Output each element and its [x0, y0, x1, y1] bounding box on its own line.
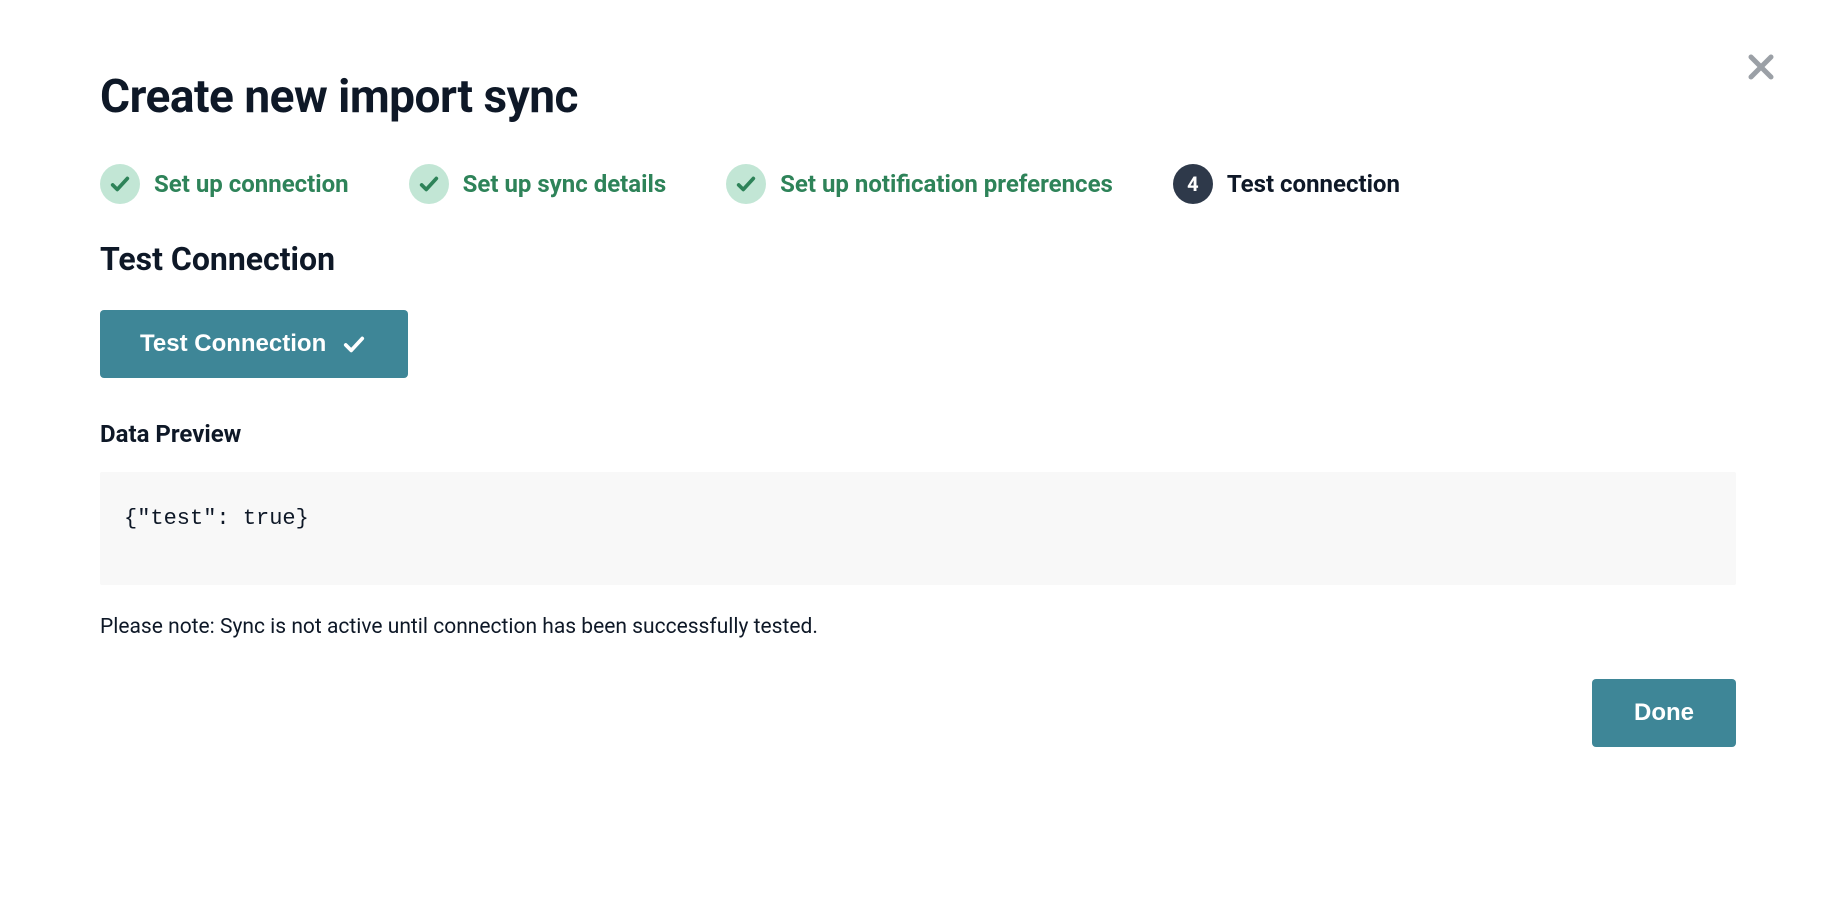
step-number-icon: 4: [1173, 164, 1213, 204]
check-icon: [100, 164, 140, 204]
step-label: Set up connection: [154, 170, 349, 198]
page-title: Create new import sync: [100, 70, 1736, 124]
step-connection[interactable]: Set up connection: [100, 164, 349, 204]
step-label: Set up sync details: [463, 170, 667, 198]
close-icon: [1746, 52, 1776, 82]
step-notification-preferences[interactable]: Set up notification preferences: [726, 164, 1113, 204]
close-button[interactable]: [1746, 52, 1776, 88]
sync-note: Please note: Sync is not active until co…: [100, 615, 1736, 639]
create-import-sync-modal: Create new import sync Set up connection…: [0, 0, 1836, 807]
step-label: Set up notification preferences: [780, 170, 1113, 198]
check-icon: [340, 333, 368, 355]
modal-footer: Done: [100, 679, 1736, 747]
test-connection-button-label: Test Connection: [140, 330, 326, 358]
check-icon: [409, 164, 449, 204]
section-heading: Test Connection: [100, 240, 1736, 278]
step-sync-details[interactable]: Set up sync details: [409, 164, 667, 204]
step-label: Test connection: [1227, 170, 1400, 198]
test-connection-button[interactable]: Test Connection: [100, 310, 408, 378]
done-button[interactable]: Done: [1592, 679, 1736, 747]
check-icon: [726, 164, 766, 204]
step-test-connection[interactable]: 4 Test connection: [1173, 164, 1400, 204]
data-preview-content: {"test": true}: [100, 472, 1736, 585]
stepper: Set up connection Set up sync details Se…: [100, 164, 1736, 204]
data-preview-heading: Data Preview: [100, 420, 1736, 448]
